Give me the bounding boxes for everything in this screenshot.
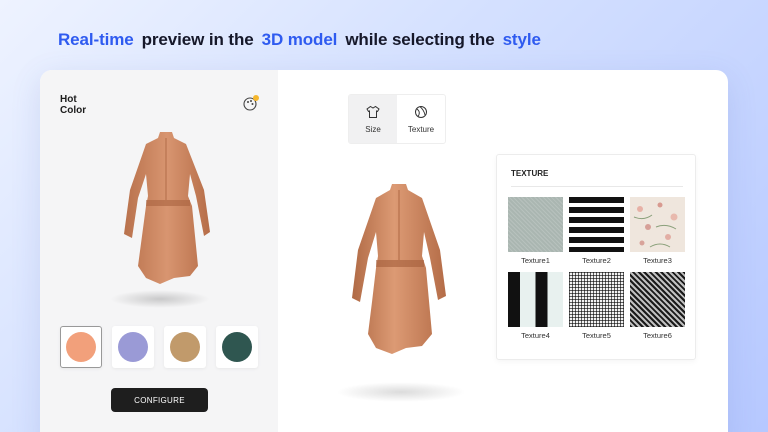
- swatch-peach[interactable]: [60, 326, 102, 368]
- texture-label: Texture2: [582, 256, 611, 265]
- texture-label: Texture1: [521, 256, 550, 265]
- floral-pattern: [633, 202, 678, 248]
- texture-item-2[interactable]: Texture2: [569, 197, 624, 266]
- tab-size[interactable]: Size: [349, 95, 397, 143]
- texture-label: Texture6: [643, 331, 672, 340]
- dress-preview-small: [124, 132, 210, 284]
- hot-label-line2: Color: [60, 105, 87, 116]
- color-palette-icon[interactable]: [242, 94, 260, 112]
- swatch-dot: [222, 332, 252, 362]
- texture-item-3[interactable]: Texture3: [630, 197, 685, 266]
- texture-item-6[interactable]: Texture6: [630, 272, 685, 341]
- hot-color-label: Hot Color: [60, 94, 120, 116]
- texture-item-5[interactable]: Texture5: [569, 272, 624, 341]
- texture-label: Texture3: [643, 256, 672, 265]
- tshirt-icon: [366, 105, 380, 118]
- texture-item-1[interactable]: Texture1: [508, 197, 563, 266]
- texture-panel: TEXTURE Texture1 Texture2 Texture3 Textu…: [496, 154, 696, 360]
- texture-item-4[interactable]: Texture4: [508, 272, 563, 341]
- texture-panel-title: TEXTURE: [511, 169, 549, 178]
- headline-part4: while selecting the: [345, 30, 495, 49]
- configure-button[interactable]: CONFIGURE: [111, 388, 208, 412]
- hot-label-line1: Hot: [60, 94, 77, 105]
- tab-texture-label: Texture: [407, 124, 435, 134]
- configurator-card: Hot Color CONFIGURE Size Texture TEXTURE…: [40, 70, 728, 432]
- color-swatches: [60, 326, 258, 368]
- texture-swatch: [569, 272, 624, 327]
- dress-shadow: [110, 290, 210, 308]
- texture-swatch: [630, 272, 685, 327]
- swatch-lavender[interactable]: [112, 326, 154, 368]
- tab-texture[interactable]: Texture: [397, 95, 445, 143]
- option-tabs: Size Texture: [348, 94, 446, 144]
- texture-panel-divider: [511, 186, 683, 187]
- swatch-dark-teal[interactable]: [216, 326, 258, 368]
- texture-label: Texture4: [521, 331, 550, 340]
- headline-part2: preview in the: [141, 30, 254, 49]
- swatch-dot: [118, 332, 148, 362]
- swatch-tan[interactable]: [164, 326, 206, 368]
- swatch-dot: [170, 332, 200, 362]
- dress-3d-model: [352, 184, 446, 354]
- swatch-dot: [66, 332, 96, 362]
- headline-part5: style: [502, 30, 541, 49]
- texture-grid: Texture1 Texture2 Texture3 Texture4 Text…: [508, 197, 685, 341]
- headline: Real-time preview in the 3D model while sel…: [58, 30, 541, 50]
- tab-size-label: Size: [365, 124, 381, 134]
- texture-label: Texture5: [582, 331, 611, 340]
- headline-part1: Real-time: [58, 30, 134, 49]
- texture-swatch: [508, 272, 563, 327]
- texture-swatch: [630, 197, 685, 252]
- dress-3d-shadow: [336, 382, 466, 402]
- texture-ball-icon: [415, 105, 427, 118]
- texture-swatch: [569, 197, 624, 252]
- hot-color-panel: Hot Color CONFIGURE: [40, 70, 278, 432]
- texture-swatch: [508, 197, 563, 252]
- headline-part3: 3D model: [261, 30, 338, 49]
